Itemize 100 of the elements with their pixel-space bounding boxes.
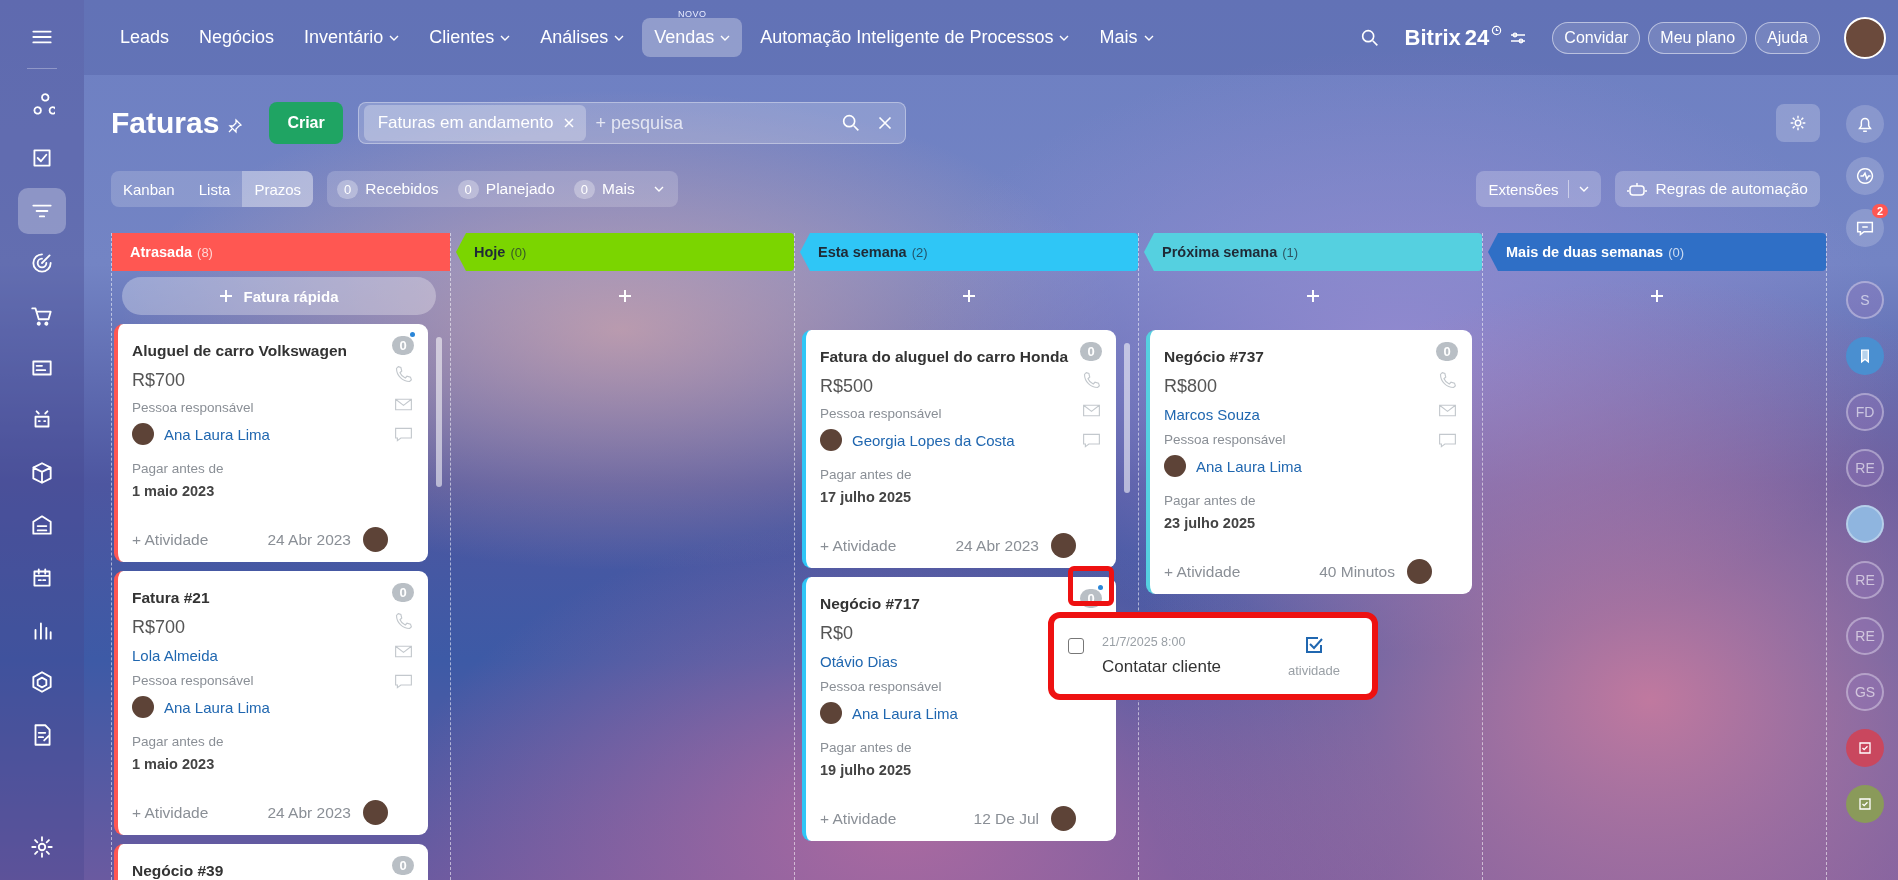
extensions-button[interactable]: Extensões: [1476, 171, 1602, 207]
nav-tab[interactable]: Clientes: [417, 18, 523, 57]
invoice-card[interactable]: Negócio #39 0: [114, 844, 428, 880]
task-button[interactable]: [1846, 785, 1884, 823]
contact-avatar[interactable]: [1846, 505, 1884, 543]
card-title[interactable]: Negócio #737: [1164, 348, 1432, 366]
add-activity-link[interactable]: + Atividade: [132, 530, 209, 549]
invoice-card[interactable]: Negócio #737 R$800 Marcos Souza Pessoa responsável Ana Laura Lima Pagar antes de 23 julho 2025 + Atividade 40 Minutos 0: [1146, 330, 1472, 594]
column-count: (2): [911, 244, 928, 260]
plus-icon: [219, 289, 234, 303]
card-title[interactable]: Negócio #39: [132, 862, 388, 880]
contact-link[interactable]: Lola Almeida: [132, 647, 388, 664]
avatar: [363, 800, 388, 825]
bookmark-button[interactable]: [1846, 337, 1884, 375]
field-label: Pagar antes de: [132, 461, 225, 476]
add-activity-link[interactable]: + Atividade: [820, 809, 897, 828]
add-icon[interactable]: [618, 289, 632, 303]
column-title: Atrasada: [130, 244, 193, 260]
column-title: Mais de duas semanas: [1506, 244, 1664, 260]
extensions-label[interactable]: Extensões: [1488, 180, 1559, 198]
counter-label[interactable]: Recebidos: [365, 180, 439, 198]
settings-button[interactable]: [1776, 104, 1820, 142]
counter-label[interactable]: Planejado: [485, 180, 555, 198]
view-tab[interactable]: Kanban: [111, 171, 187, 207]
header-button[interactable]: Ajuda: [1755, 21, 1820, 54]
user-avatar[interactable]: [1844, 16, 1886, 59]
contact-avatar[interactable]: S: [1846, 281, 1884, 319]
activity-action[interactable]: atividade: [1287, 634, 1340, 678]
pulse-icon: [1854, 165, 1876, 187]
filter-chip[interactable]: Faturas em andamento: [363, 105, 586, 141]
sliders-icon[interactable]: [1510, 31, 1527, 44]
field-label: Pessoa responsável: [132, 673, 255, 688]
card-date: 40 Minutos: [1319, 562, 1395, 581]
responsible-link[interactable]: Ana Laura Lima: [164, 425, 270, 443]
sidebar-item[interactable]: [18, 187, 66, 234]
card-title[interactable]: Aluguel de carro Volkswagen: [132, 342, 388, 360]
nav-tab[interactable]: Mais: [1087, 18, 1166, 57]
nav-tab[interactable]: Negócios: [187, 18, 287, 57]
activity-counter[interactable]: 0: [392, 856, 414, 875]
contact-avatar[interactable]: FD: [1846, 393, 1884, 431]
add-activity-link[interactable]: + Atividade: [132, 803, 209, 822]
activity-counter[interactable]: 0: [392, 583, 414, 602]
column-title: Esta semana: [818, 244, 907, 260]
responsible-link[interactable]: Ana Laura Lima: [852, 704, 958, 722]
search-field[interactable]: Faturas em andamento + pesquisa: [357, 102, 906, 144]
card-title[interactable]: Fatura #21: [132, 589, 388, 607]
activity-counter[interactable]: 0: [1436, 342, 1458, 361]
contact-link[interactable]: Marcos Souza: [1164, 406, 1432, 423]
column-title: Próxima semana: [1162, 244, 1278, 260]
card-title[interactable]: Fatura do aluguel do carro Honda: [820, 348, 1076, 366]
chevron-icon[interactable]: [1579, 186, 1590, 192]
settings-icon[interactable]: [29, 834, 55, 860]
field-label: Pessoa responsável: [132, 400, 255, 415]
add-icon[interactable]: [962, 289, 976, 303]
invoice-card[interactable]: Fatura do aluguel do carro Honda R$500 Pessoa responsável Georgia Lopes da Costa Pagar antes de 17 julho 2025 + Atividade 24 Abr 2023 0: [802, 330, 1116, 568]
add-icon[interactable]: [1650, 289, 1664, 303]
avatar: [820, 429, 842, 451]
responsible-link[interactable]: Georgia Lopes da Costa: [852, 431, 1015, 449]
invoice-card[interactable]: Aluguel de carro Volkswagen R$700 Pessoa responsável Ana Laura Lima Pagar antes de 1 maio 2023 + Atividade 24 Abr 2023 0: [114, 324, 428, 562]
checkbox[interactable]: [1068, 638, 1084, 654]
nav-tab[interactable]: Leads: [108, 18, 182, 57]
card-date: 12 De Jul: [973, 809, 1039, 828]
create-button[interactable]: Criar: [269, 102, 343, 144]
chevron-icon[interactable]: [653, 186, 664, 192]
notifications-button[interactable]: [1846, 105, 1884, 143]
card-amount: R$700: [132, 617, 187, 638]
view-tab[interactable]: Lista: [186, 171, 243, 207]
invoice-card[interactable]: Fatura #21 R$700 Lola Almeida Pessoa responsável Ana Laura Lima Pagar antes de 1 maio 2023 + Atividade 24 Abr 2023 0: [114, 571, 428, 835]
chat-button[interactable]: [1846, 209, 1884, 247]
card-title[interactable]: Negócio #717: [820, 595, 1076, 613]
automation-button[interactable]: Regras de automação: [1615, 171, 1820, 207]
contact-avatar[interactable]: GS: [1846, 673, 1884, 711]
add-icon[interactable]: [1306, 289, 1320, 303]
responsible-link[interactable]: Ana Laura Lima: [164, 698, 270, 716]
avatar: [132, 696, 154, 718]
nav-tab[interactable]: Análises: [528, 18, 637, 57]
nav-tab[interactable]: Automação Inteligente de Processos: [748, 18, 1082, 57]
add-activity-link[interactable]: + Atividade: [820, 536, 897, 555]
view-tab[interactable]: Prazos: [242, 171, 314, 207]
contact-avatar[interactable]: RE: [1846, 561, 1884, 599]
header-button[interactable]: Convidar: [1552, 21, 1641, 54]
pin-icon[interactable]: [227, 118, 244, 134]
add-activity-link[interactable]: + Atividade: [1164, 562, 1241, 581]
pulse-button[interactable]: [1846, 157, 1884, 195]
nav-label: Negócios: [199, 27, 275, 48]
contact-avatar[interactable]: RE: [1846, 449, 1884, 487]
card-amount: R$500: [820, 376, 875, 397]
counter-badge: 0: [457, 179, 479, 199]
responsible-link[interactable]: Ana Laura Lima: [1196, 457, 1302, 475]
counter-label[interactable]: Mais: [602, 180, 635, 198]
contact-avatar[interactable]: RE: [1846, 617, 1884, 655]
header-button[interactable]: Meu plano: [1648, 21, 1748, 54]
activity-counter[interactable]: 0: [1080, 342, 1102, 361]
notification-badge: 2: [1871, 204, 1888, 218]
close-icon[interactable]: [563, 118, 574, 128]
activity-counter[interactable]: 0: [392, 336, 414, 355]
quick-add-button[interactable]: Fatura rápida: [122, 277, 436, 315]
task-button[interactable]: [1846, 729, 1884, 767]
field-label: Pessoa responsável: [820, 406, 943, 421]
nav-tab[interactable]: Inventário: [292, 18, 412, 57]
